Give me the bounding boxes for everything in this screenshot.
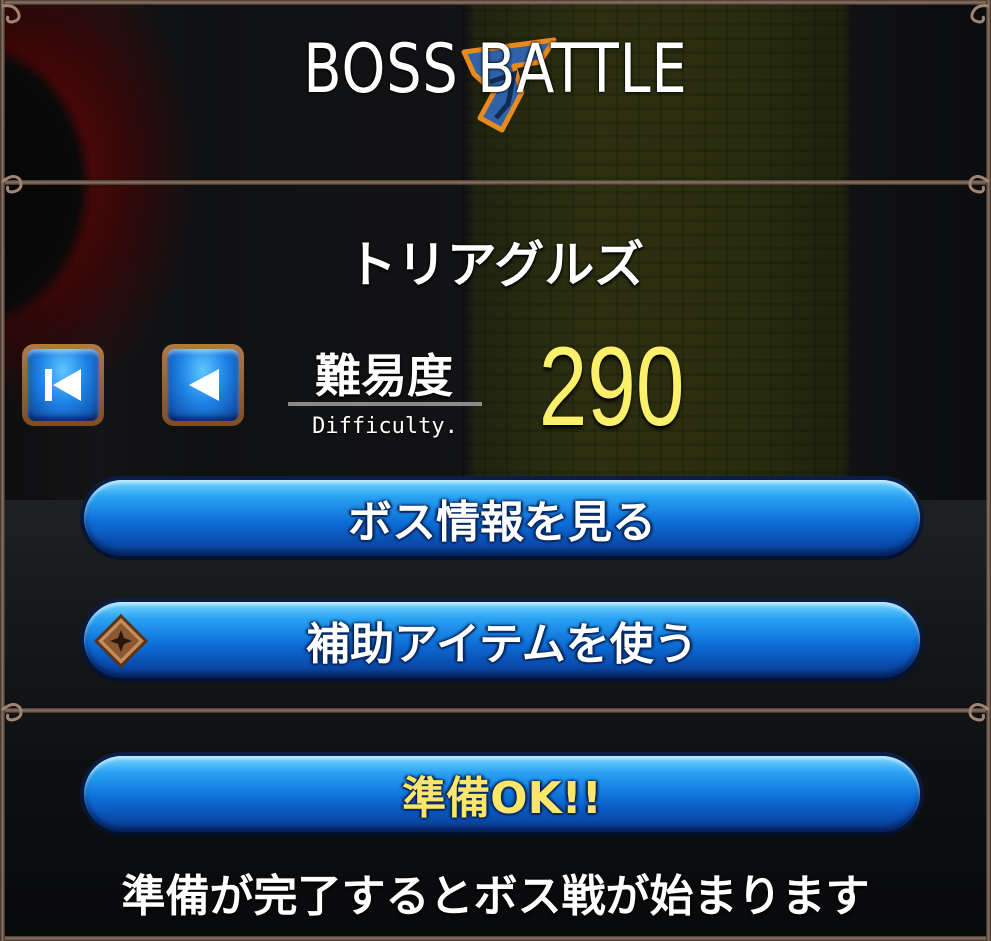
ornament-icon [968, 703, 990, 722]
ornament-icon [1, 4, 21, 24]
frame-divider-header [0, 180, 991, 185]
item-gem-icon [94, 614, 148, 668]
use-item-label: 補助アイテムを使う [306, 619, 698, 670]
boss-info-button[interactable]: ボス情報を見る [80, 476, 924, 560]
first-difficulty-button[interactable] [22, 344, 104, 426]
page-title: BOSS BATTLE [303, 30, 688, 109]
boss-battle-screen: BOSS BATTLE トリアグルズ 難易度 Difficulty. 290 ボ… [0, 0, 991, 941]
ornament-icon [970, 4, 990, 24]
ornament-icon [1, 175, 23, 194]
use-item-button[interactable]: 補助アイテムを使う [80, 598, 924, 682]
previous-difficulty-button[interactable] [162, 344, 244, 426]
ready-label: 準備OK!! [402, 773, 602, 824]
footer-message: 準備が完了するとボス戦が始まります [121, 871, 870, 922]
skip-to-first-icon [45, 369, 81, 401]
frame-left [0, 0, 5, 941]
ornament-icon [1, 703, 23, 722]
frame-right [986, 0, 991, 941]
frame-bottom [0, 936, 991, 941]
previous-icon [189, 369, 219, 401]
frame-divider-footer [0, 708, 991, 713]
difficulty-sublabel: Difficulty. [312, 414, 458, 439]
boss-name: トリアグルズ [346, 236, 645, 294]
difficulty-label: 難易度 [315, 349, 453, 403]
ornament-icon [968, 175, 990, 194]
difficulty-value: 290 [538, 324, 685, 449]
frame-top [0, 0, 991, 5]
difficulty-underline [288, 402, 482, 406]
ready-button[interactable]: 準備OK!! [80, 752, 924, 836]
boss-info-label: ボス情報を見る [348, 497, 656, 548]
